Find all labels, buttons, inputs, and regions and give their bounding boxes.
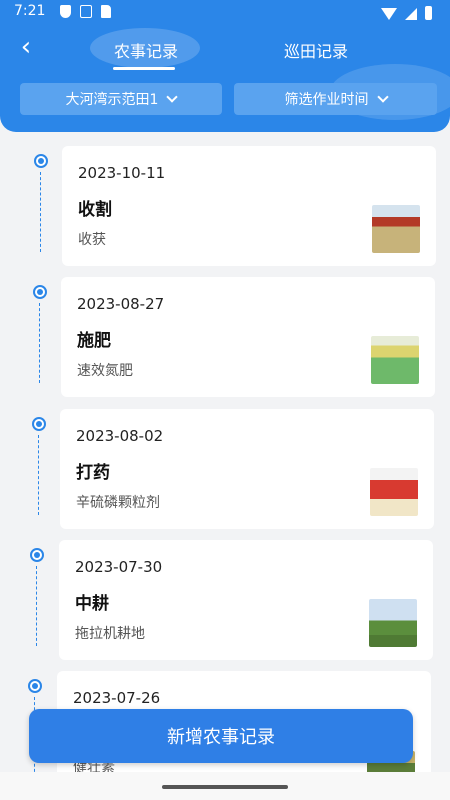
record-detail: 收获	[78, 232, 106, 248]
tab-label: 巡田记录	[284, 42, 349, 61]
tab-label: 农事记录	[114, 42, 179, 61]
record-date: 2023-10-11	[78, 164, 166, 182]
status-notification-icons	[60, 5, 111, 18]
home-indicator[interactable]	[162, 785, 288, 789]
tractor-field-photo[interactable]	[369, 599, 417, 647]
record-detail: 速效氮肥	[77, 363, 133, 379]
record-date: 2023-07-26	[73, 689, 161, 707]
time-filter-label: 筛选作业时间	[284, 92, 369, 108]
screen-icon	[80, 5, 92, 18]
records-timeline[interactable]: 2023-10-11 收割 收获 2023-08-27 施肥 速效氮肥 2023…	[0, 132, 450, 781]
timeline-dot	[30, 548, 44, 562]
record-card[interactable]: 2023-08-02 打药 辛硫磷颗粒剂	[60, 409, 434, 529]
wifi-icon	[381, 8, 397, 20]
chevron-down-icon	[376, 91, 389, 103]
timeline-dot	[33, 285, 47, 299]
signal-icon	[405, 8, 417, 20]
timeline-line	[39, 303, 40, 383]
timeline-dot	[32, 417, 46, 431]
record-card[interactable]: 2023-08-27 施肥 速效氮肥	[61, 277, 435, 397]
record-date: 2023-08-02	[76, 427, 164, 445]
system-navigation-bar	[0, 772, 450, 800]
add-record-button[interactable]: 新增农事记录	[29, 709, 413, 763]
record-type: 打药	[76, 463, 110, 483]
timeline-line	[38, 435, 39, 515]
record-detail: 拖拉机耕地	[75, 626, 145, 642]
chevron-down-icon	[166, 91, 179, 103]
app-header: 7:21 ‹ 农事记录 巡田记录 大河湾示范田1 筛选作业时间	[0, 0, 450, 132]
record-card[interactable]: 2023-07-30 中耕 拖拉机耕地	[59, 540, 433, 660]
status-time: 7:21	[14, 3, 46, 19]
sd-card-icon	[101, 5, 111, 18]
record-detail: 辛硫磷颗粒剂	[76, 495, 160, 511]
shield-icon	[60, 5, 71, 18]
status-system-icons	[381, 6, 432, 20]
time-filter-dropdown[interactable]: 筛选作业时间	[234, 83, 437, 115]
back-arrow-icon[interactable]: ‹	[14, 34, 38, 60]
farm-select-label: 大河湾示范田1	[65, 92, 159, 108]
battery-icon	[425, 6, 432, 20]
record-type: 收割	[78, 200, 112, 220]
record-type: 中耕	[75, 594, 109, 614]
fertilizer-bag-photo[interactable]	[371, 336, 419, 384]
harvest-photo[interactable]	[372, 205, 420, 253]
active-tab-indicator	[113, 67, 175, 70]
record-type: 施肥	[77, 331, 111, 351]
tab-farm-records[interactable]: 农事记录	[89, 28, 201, 68]
timeline-dot	[34, 154, 48, 168]
record-card[interactable]: 2023-10-11 收割 收获	[62, 146, 436, 266]
timeline-line	[40, 172, 41, 252]
tab-patrol-records[interactable]: 巡田记录	[284, 38, 348, 62]
record-date: 2023-07-30	[75, 558, 163, 576]
timeline-line	[36, 566, 37, 646]
status-bar: 7:21	[0, 0, 450, 26]
pesticide-pack-photo[interactable]	[370, 468, 418, 516]
farm-select-dropdown[interactable]: 大河湾示范田1	[20, 83, 222, 115]
record-date: 2023-08-27	[77, 295, 165, 313]
timeline-dot	[28, 679, 42, 693]
